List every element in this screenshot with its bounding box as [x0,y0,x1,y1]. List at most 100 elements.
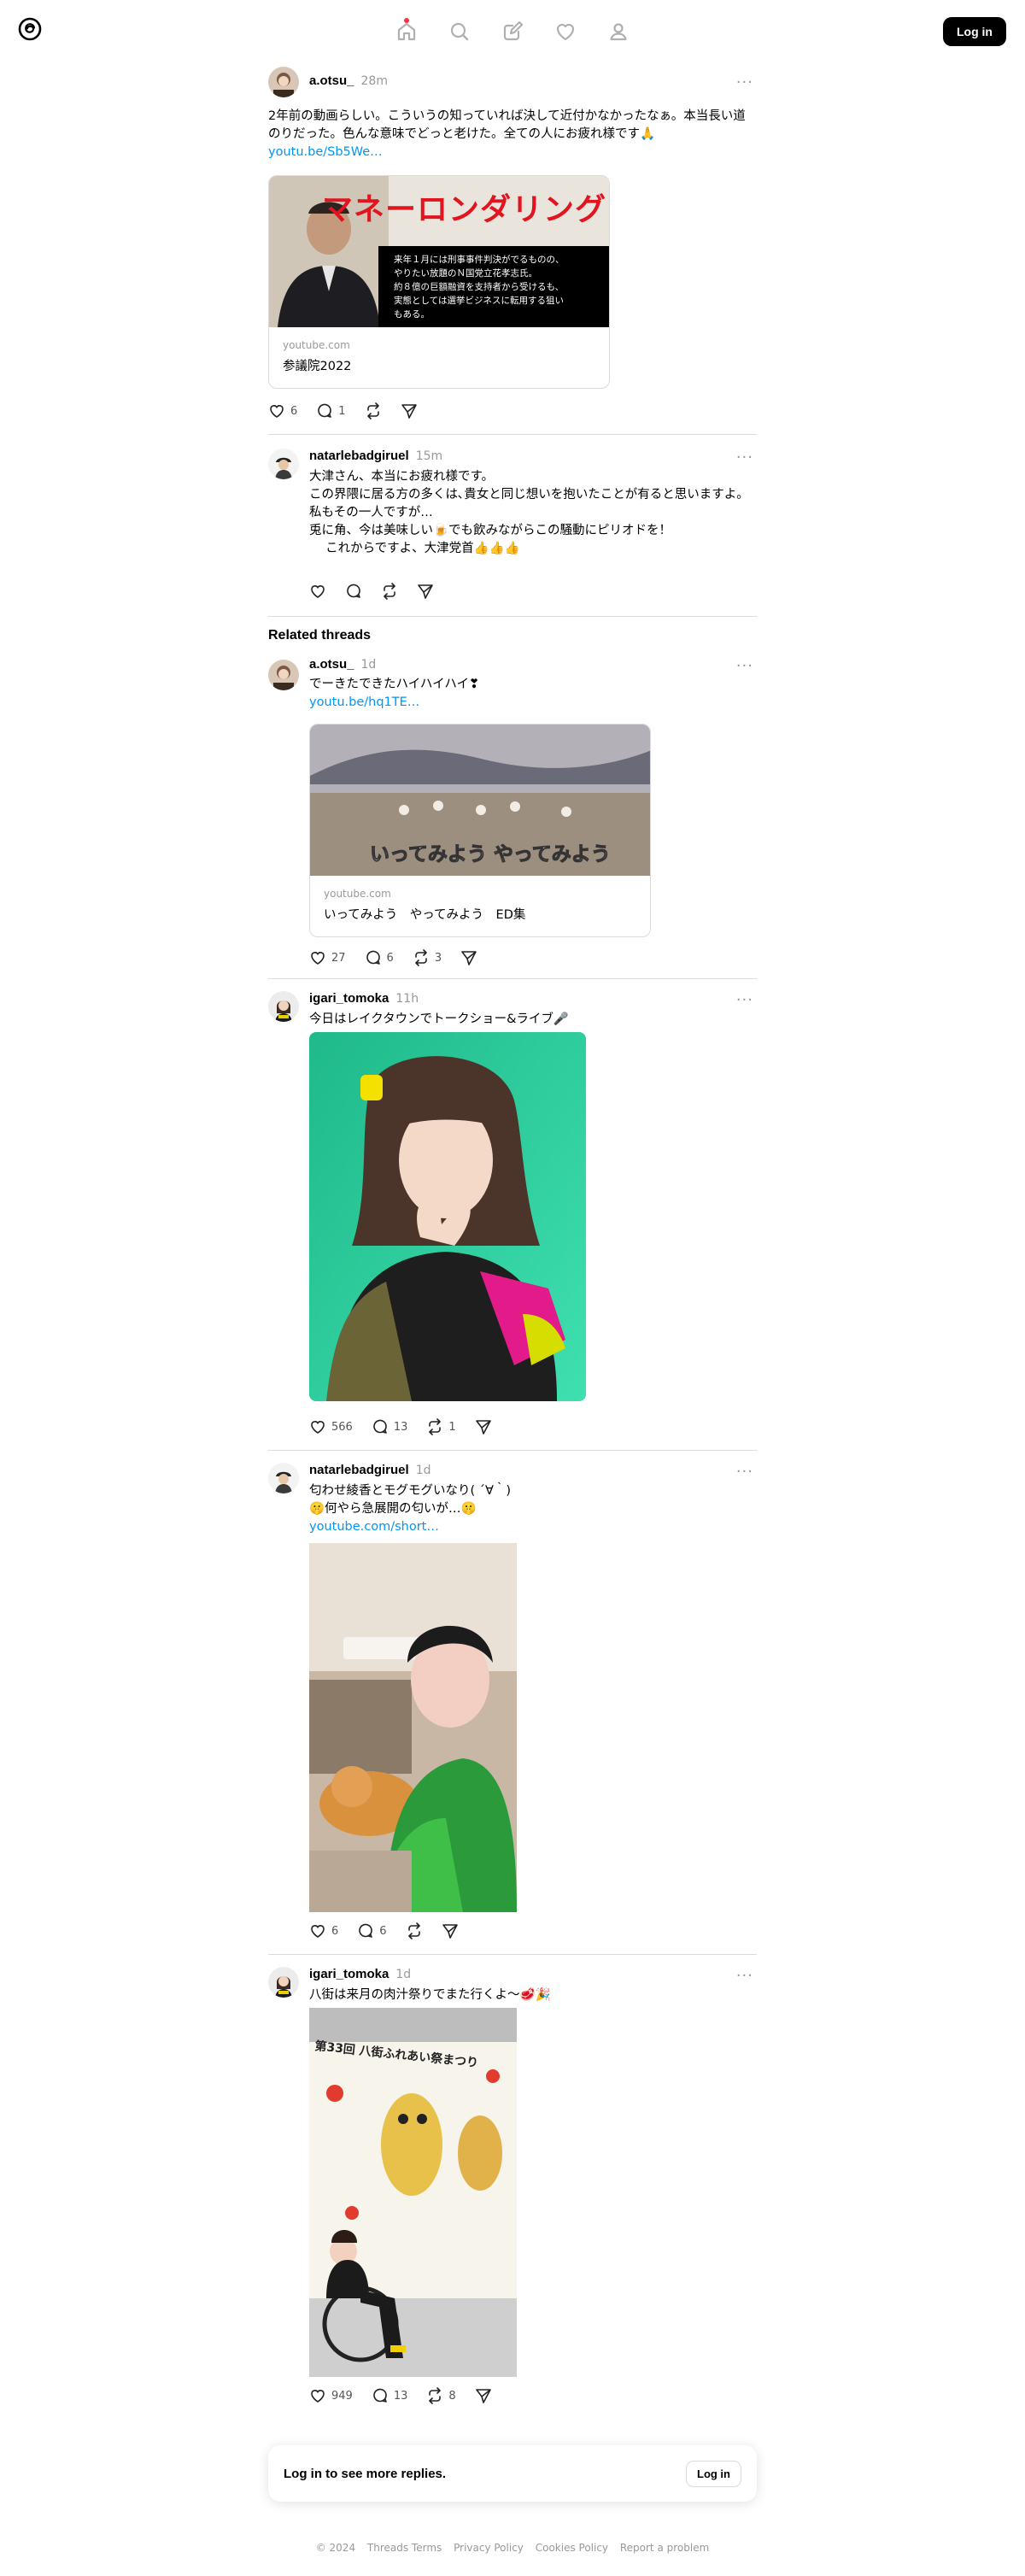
card-domain: youtube.com [324,888,391,900]
avatar[interactable] [268,449,299,479]
card-meta: youtube.com いってみよう やってみよう ED集 [310,876,650,935]
timestamp: 28m [360,74,388,88]
login-prompt-button[interactable]: Log in [686,2460,741,2487]
avatar[interactable] [268,1967,299,1998]
more-options-icon[interactable]: ··· [736,993,753,1008]
username[interactable]: a.otsu_ [309,657,354,672]
username[interactable]: natarlebadgiruel [309,1463,409,1477]
reply-post: natarlebadgiruel 15m ··· 大津さん、本当にお疲れ様です。… [268,435,757,617]
share-button[interactable] [417,583,434,600]
thumbnail-caption: 来年１月には刑事事件判決がでるものの、 やりたい放題のＮ国党立花孝志氏。 約８億… [394,255,565,320]
send-icon [401,404,417,419]
comment-icon [373,2388,387,2403]
login-button[interactable]: Log in [943,17,1006,46]
profile-icon[interactable] [596,9,641,54]
reply-count: 6 [386,951,394,965]
search-icon[interactable] [437,9,482,54]
repost-icon [415,949,427,966]
footer: © 2024 Threads Terms Privacy Policy Cook… [0,2542,1025,2554]
home-icon[interactable] [384,9,429,54]
send-icon [461,951,477,965]
reply-button[interactable]: 1 [316,402,346,420]
post-text: 八街は来月の肉汁祭りでまた行くよ〜🥩🎉 [309,1988,551,2002]
footer-link-report[interactable]: Report a problem [620,2542,709,2554]
heart-icon [311,1421,325,1434]
related-thread: a.otsu_ 1d ··· でーきたできたハイハイハイ❣ youtu.be/h… [268,654,757,979]
post-text: でーきたできたハイハイハイ❣ [309,678,480,691]
notification-dot [404,18,409,23]
link-preview-card[interactable]: マネーロンダリング 来年１月には刑事事件判決がでるものの、 やりたい放題のＮ国党… [268,175,610,389]
share-button[interactable] [460,949,477,966]
username[interactable]: natarlebadgiruel [309,449,409,463]
like-button[interactable]: 6 [268,402,297,420]
repost-button[interactable]: 3 [413,949,442,966]
repost-button[interactable] [365,402,382,420]
repost-button[interactable] [406,1922,423,1939]
copyright: © 2024 [315,2542,356,2554]
post-image[interactable] [309,1032,586,1401]
repost-button[interactable]: 1 [426,1418,456,1435]
footer-link-privacy[interactable]: Privacy Policy [454,2542,524,2554]
avatar[interactable] [268,67,299,97]
post-link[interactable]: youtu.be/hq1TE… [309,694,757,712]
more-options-icon[interactable]: ··· [736,1969,753,1984]
like-button[interactable]: 6 [309,1922,338,1939]
like-button[interactable]: 566 [309,1418,353,1435]
post-image[interactable] [309,1543,517,1912]
more-options-icon[interactable]: ··· [736,1464,753,1480]
username[interactable]: a.otsu_ [309,73,354,88]
repost-button[interactable]: 8 [426,2387,456,2404]
reply-button[interactable]: 13 [372,2387,408,2404]
repost-icon [366,402,379,420]
reply-button[interactable]: 6 [357,1922,387,1939]
share-button[interactable] [401,402,418,420]
avatar[interactable] [268,991,299,1022]
more-options-icon[interactable]: ··· [736,75,753,91]
card-meta: youtube.com 参議院2022 [269,327,609,386]
link-preview-card[interactable]: いってみよう やってみよう youtube.com いってみよう やってみよう … [309,724,651,937]
reply-button[interactable] [345,583,362,600]
post-text: 大津さん、本当にお疲れ様です。 この界隈に居る方の多くは､貴女と同じ想いを抱いた… [309,470,749,555]
username[interactable]: igari_tomoka [309,1967,389,1981]
post-text: 匂わせ綾香とモグモグいなり( ´∀｀) 🤫何やら急展開の匂いが…🤫 [309,1484,512,1516]
heart-icon [311,585,325,598]
like-button[interactable]: 27 [309,949,346,966]
share-button[interactable] [475,2387,492,2404]
username[interactable]: igari_tomoka [309,991,389,1006]
post-link[interactable]: youtu.be/Sb5We… [268,144,757,161]
footer-link-cookies[interactable]: Cookies Policy [536,2542,608,2554]
post-actions: 6 6 [309,1922,477,1940]
main-nav [367,0,658,63]
post-text: 今日はレイクタウンでトークショー&ライブ🎤 [309,1012,569,1026]
repost-button[interactable] [381,583,398,600]
reply-count: 13 [393,2389,408,2403]
card-title: いってみよう やってみよう ED集 [324,908,526,922]
post-actions: 6 1 [268,402,436,420]
post-actions: 27 6 3 [309,948,496,967]
repost-count: 8 [448,2389,456,2403]
like-count: 6 [290,404,298,418]
more-options-icon[interactable]: ··· [736,659,753,674]
top-bar: Log in [0,0,1025,63]
compose-icon[interactable] [490,9,535,54]
post-link[interactable]: youtube.com/short… [309,1518,757,1536]
comment-icon [318,403,332,418]
post-actions: 949 13 8 [309,2386,511,2405]
heart-icon[interactable] [543,9,588,54]
like-button[interactable] [309,583,326,600]
reply-button[interactable]: 6 [365,949,394,966]
footer-link-terms[interactable]: Threads Terms [367,2542,442,2554]
reply-button[interactable]: 13 [372,1418,408,1435]
like-button[interactable]: 949 [309,2387,353,2404]
like-count: 27 [331,951,346,965]
share-button[interactable] [475,1418,492,1435]
post-actions: 566 13 1 [309,1417,511,1436]
reply-count: 13 [393,1420,408,1434]
share-button[interactable] [442,1922,459,1939]
related-threads-title: Related threads [268,628,372,643]
avatar[interactable] [268,660,299,690]
more-options-icon[interactable]: ··· [736,450,753,466]
threads-logo-icon[interactable] [17,16,43,42]
avatar[interactable] [268,1463,299,1493]
repost-icon [384,583,395,600]
